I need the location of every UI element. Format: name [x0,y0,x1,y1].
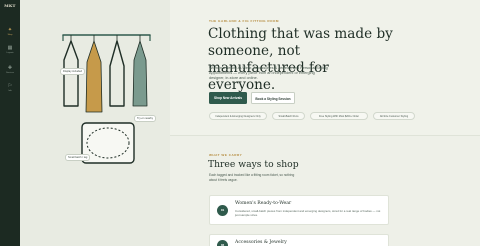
tag-try-on-nearby: Try-on nearby [134,115,157,122]
card-text: Considered, small-batch pieces from inde… [235,209,381,218]
hero-description: Women's Ready-to-Wear, Accessories & Jew… [209,66,328,81]
garment-mustard-dress [85,35,103,113]
tag-small-batch: Small batch / tag [65,154,91,161]
clothing-rack-illustration [62,34,151,164]
tag-display-included: Display included [60,68,85,75]
shop-card-accessories[interactable]: 02 Accessories & Jewelry [209,234,389,246]
section-description: Each tagged and tracked like a fitting r… [209,173,295,182]
card-number-badge: 02 [217,240,228,246]
feature-chip: All-Size Customer Styling [373,112,415,120]
garment-sage-dress [132,35,148,107]
card-number-badge: 01 [217,205,228,216]
section-title: Three ways to shop [208,159,299,170]
shop-card-ready-to-wear[interactable]: 01 Women's Ready-to-Wear Considered, sma… [209,195,389,225]
hero-headline: Clothing that was made by someone, not m… [208,26,393,93]
book-styling-session-button[interactable]: Book a Styling Session [251,92,295,104]
background-panel [20,190,170,246]
feature-chip: Small-Batch Runs [272,112,305,120]
feature-chip: Independent & Emerging Designers Only [209,112,267,120]
hero-eyebrow: THE GARLAND & FIG FITTING ROOM [209,19,279,23]
card-title: Accessories & Jewelry [235,240,287,245]
card-title: Women's Ready-to-Wear [235,201,292,206]
garment-outline-2 [109,35,125,107]
feature-chip: Free Styling With Most $200+ Order [310,112,368,120]
shop-new-arrivals-button[interactable]: Shop New Arrivals [209,92,247,104]
section-eyebrow: WHAT WE CARRY [209,153,243,157]
